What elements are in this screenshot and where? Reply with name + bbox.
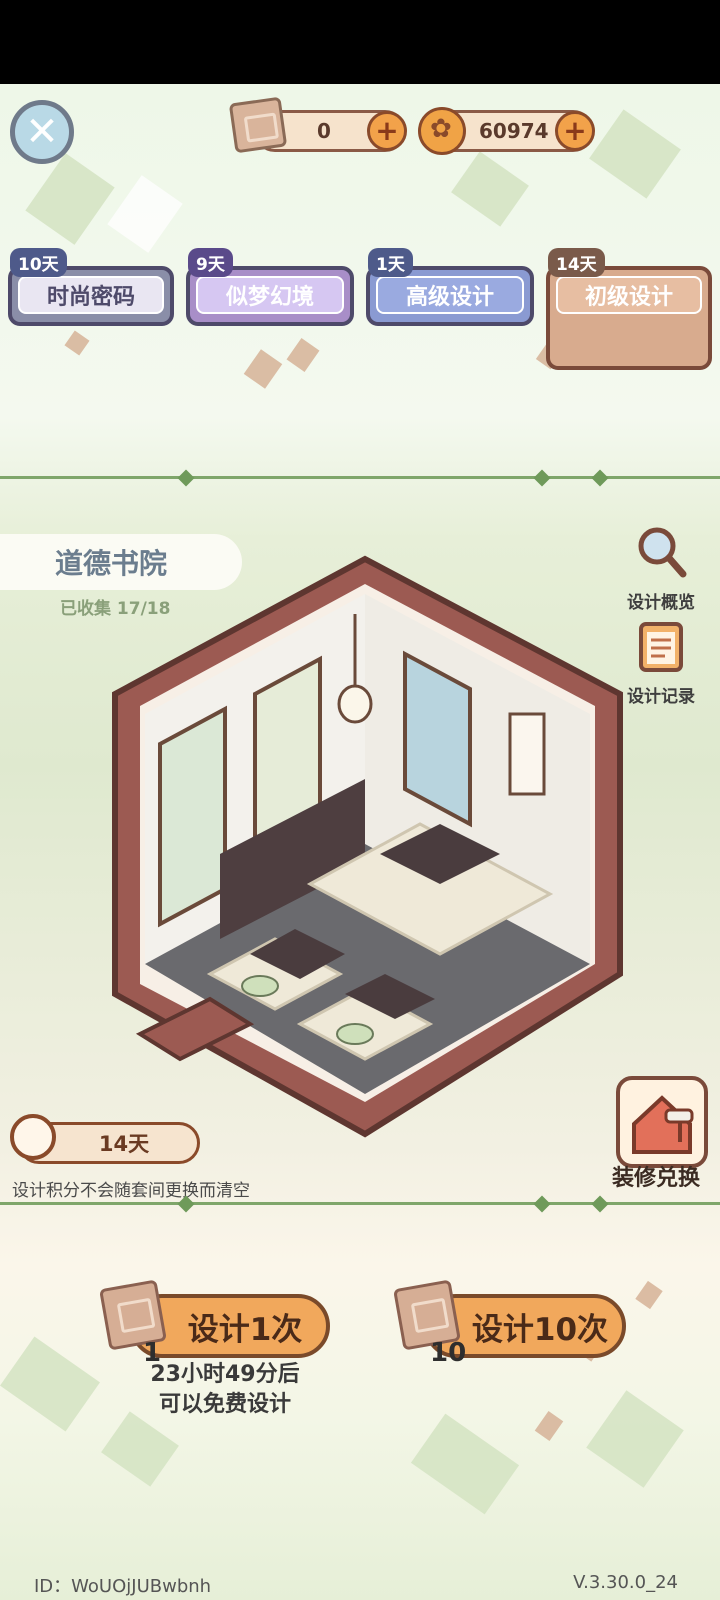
tab-days-badge: 9天 [188,248,233,277]
coin-currency-value: 60974 [479,119,549,143]
leaf-decoration [107,175,183,253]
clock-icon [10,1114,56,1160]
leaf-decoration [64,330,90,356]
add-coin-button[interactable]: + [555,111,595,151]
tab-days-badge: 14天 [548,248,605,277]
cushion [241,975,279,997]
tab-basic-design[interactable]: 初级设计 14天 [546,248,712,370]
scroll-icon [228,96,288,154]
magnifier-icon [638,527,687,578]
player-id: ID：WoUOjJUBwbnh [34,1576,212,1597]
add-scroll-button[interactable]: + [367,111,407,151]
tab-fashion-code[interactable]: 时尚密码 10天 [8,248,174,326]
leaf-decoration [101,1411,179,1487]
free-design-countdown: 23小时49分后 可以免费设计 [140,1360,310,1420]
divider [0,476,720,479]
free-design-countdown-line2: 可以免费设计 [158,1392,291,1417]
scroll-currency-value: 0 [317,119,331,143]
design-ten-cost: 10 [430,1338,467,1368]
leaf-decoration [410,1413,520,1515]
divider [0,1202,720,1205]
divider-ornament [591,1195,609,1213]
points-note: 设计积分不会随套间更换而清空 [12,1181,250,1201]
lantern [337,684,373,724]
close-button[interactable]: ✕ [10,100,74,164]
tab-label: 高级设计 [376,276,524,314]
leaf-decoration [534,1411,564,1441]
leaf-decoration [451,151,529,227]
coin-icon [418,107,466,155]
tab-advanced-design[interactable]: 高级设计 1天 [366,248,534,326]
cushion [336,1023,374,1045]
leaf-decoration [243,349,283,389]
tab-label: 时尚密码 [18,276,164,314]
free-design-countdown-line1: 23小时49分后 [150,1362,300,1387]
renovation-exchange-label: 装修兑换 [612,1166,701,1191]
window [158,705,227,928]
leaf-decoration [586,1390,684,1488]
tab-days-badge: 1天 [368,248,413,277]
divider-ornament [533,1195,551,1213]
tab-label: 似梦幻境 [196,276,344,314]
leaf-decoration [286,338,320,372]
room-preview[interactable] [100,554,640,1154]
divider-ornament [533,469,551,487]
wall-scroll-painting [508,712,546,796]
leaf-decoration [25,153,115,245]
close-icon: ✕ [25,109,59,155]
tab-dreamland[interactable]: 似梦幻境 9天 [186,248,354,326]
app-screen: ✕ 0 + 60974 + 时尚密码 10天 似梦幻境 9天 高级设计 1天 初… [0,84,720,1600]
tab-label: 初级设计 [556,276,702,314]
renovation-exchange-button[interactable] [616,1076,708,1168]
divider-ornament [591,469,609,487]
leaf-decoration [0,1336,100,1432]
leaf-decoration [589,109,681,199]
app-version: V.3.30.0_24 [573,1572,678,1593]
tab-days-badge: 10天 [10,248,67,277]
leaf-decoration [635,1280,663,1310]
clipboard-icon [639,622,683,672]
divider-ornament [177,469,195,487]
season-timer-value: 14天 [98,1132,150,1156]
design-ten-label: 设计10次 [471,1311,609,1348]
paint-roller-house-icon [632,1095,694,1154]
design-once-label: 设计1次 [187,1311,303,1348]
